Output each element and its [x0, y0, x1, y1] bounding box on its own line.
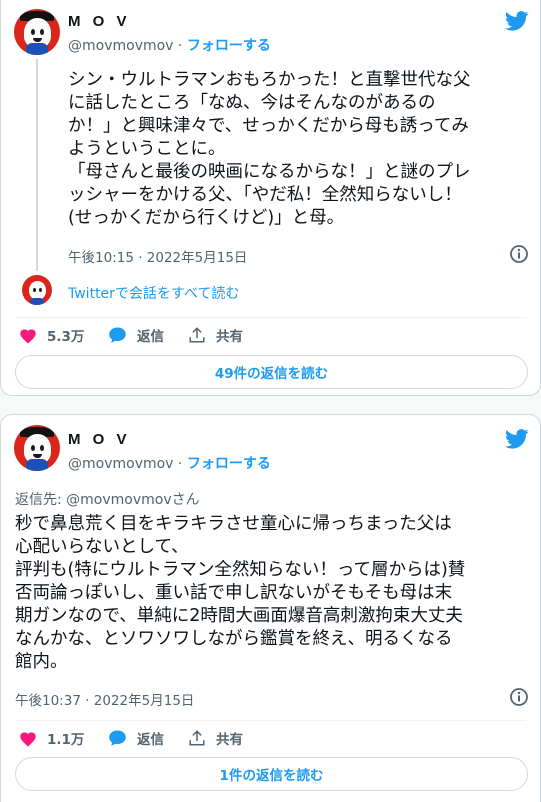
info-icon[interactable] [509, 244, 529, 264]
read-replies-button[interactable]: 1件の返信を読む [15, 757, 528, 791]
reply-bubble-icon [109, 730, 126, 746]
handle-line: @movmovmov · フォローする [68, 35, 271, 55]
reply-button[interactable]: 返信 [108, 728, 164, 748]
user-handle[interactable]: @movmovmov [68, 456, 173, 472]
heart-icon [20, 731, 36, 746]
like-button[interactable]: 1.1万 [19, 728, 84, 748]
like-button[interactable]: 5.3万 [19, 325, 84, 345]
read-conversation-link[interactable]: Twitterで会話をすべて読む [68, 283, 239, 303]
share-icon [189, 327, 205, 343]
thread-line [36, 59, 38, 271]
tweet-text: シン・ウルトラマンおもろかった！と直撃世代な父 に話したところ「なぬ、今はそんな… [68, 70, 471, 228]
reply-button[interactable]: 返信 [108, 325, 164, 345]
follow-button[interactable]: フォローする [187, 38, 271, 54]
twitter-bird-icon[interactable] [505, 429, 529, 449]
like-count: 5.3万 [47, 329, 85, 345]
read-replies-button[interactable]: 49件の返信を読む [15, 355, 528, 389]
info-icon[interactable] [509, 687, 529, 707]
handle-line: @movmovmov · フォローする [68, 453, 271, 473]
share-button[interactable]: 共有 [188, 728, 243, 748]
reply-to[interactable]: 返信先: @movmovmovさん [15, 489, 200, 509]
like-count: 1.1万 [47, 732, 85, 748]
share-label: 共有 [216, 329, 243, 345]
reply-bubble-icon [109, 327, 126, 343]
avatar[interactable] [14, 9, 60, 55]
divider [15, 720, 526, 721]
display-name[interactable]: M O V [68, 431, 131, 448]
separator: · [177, 456, 183, 472]
avatar-small[interactable] [22, 275, 52, 305]
share-label: 共有 [216, 732, 243, 748]
timestamp[interactable]: 午後10:15 · 2022年5月15日 [68, 246, 247, 266]
divider [15, 317, 526, 318]
display-name[interactable]: M O V [68, 13, 131, 30]
twitter-bird-icon[interactable] [505, 11, 529, 31]
avatar[interactable] [14, 425, 60, 471]
separator: · [177, 38, 183, 54]
share-button[interactable]: 共有 [188, 325, 243, 345]
tweet-text: 秒で鼻息荒く目をキラキラさせ童心に帰っちまった父は 心配いらないとして、 評判も… [15, 514, 466, 672]
tweet-card: M O V @movmovmov · フォローする 返信先: @movmovmo… [0, 414, 541, 802]
timestamp[interactable]: 午後10:37 · 2022年5月15日 [15, 689, 194, 709]
follow-button[interactable]: フォローする [187, 456, 271, 472]
reply-label: 返信 [137, 732, 164, 748]
tweet-card: M O V @movmovmov · フォローする シン・ウルトラマンおもろかっ… [0, 0, 541, 396]
heart-icon [20, 328, 36, 343]
reply-label: 返信 [137, 329, 164, 345]
share-icon [189, 730, 205, 746]
user-handle[interactable]: @movmovmov [68, 38, 173, 54]
